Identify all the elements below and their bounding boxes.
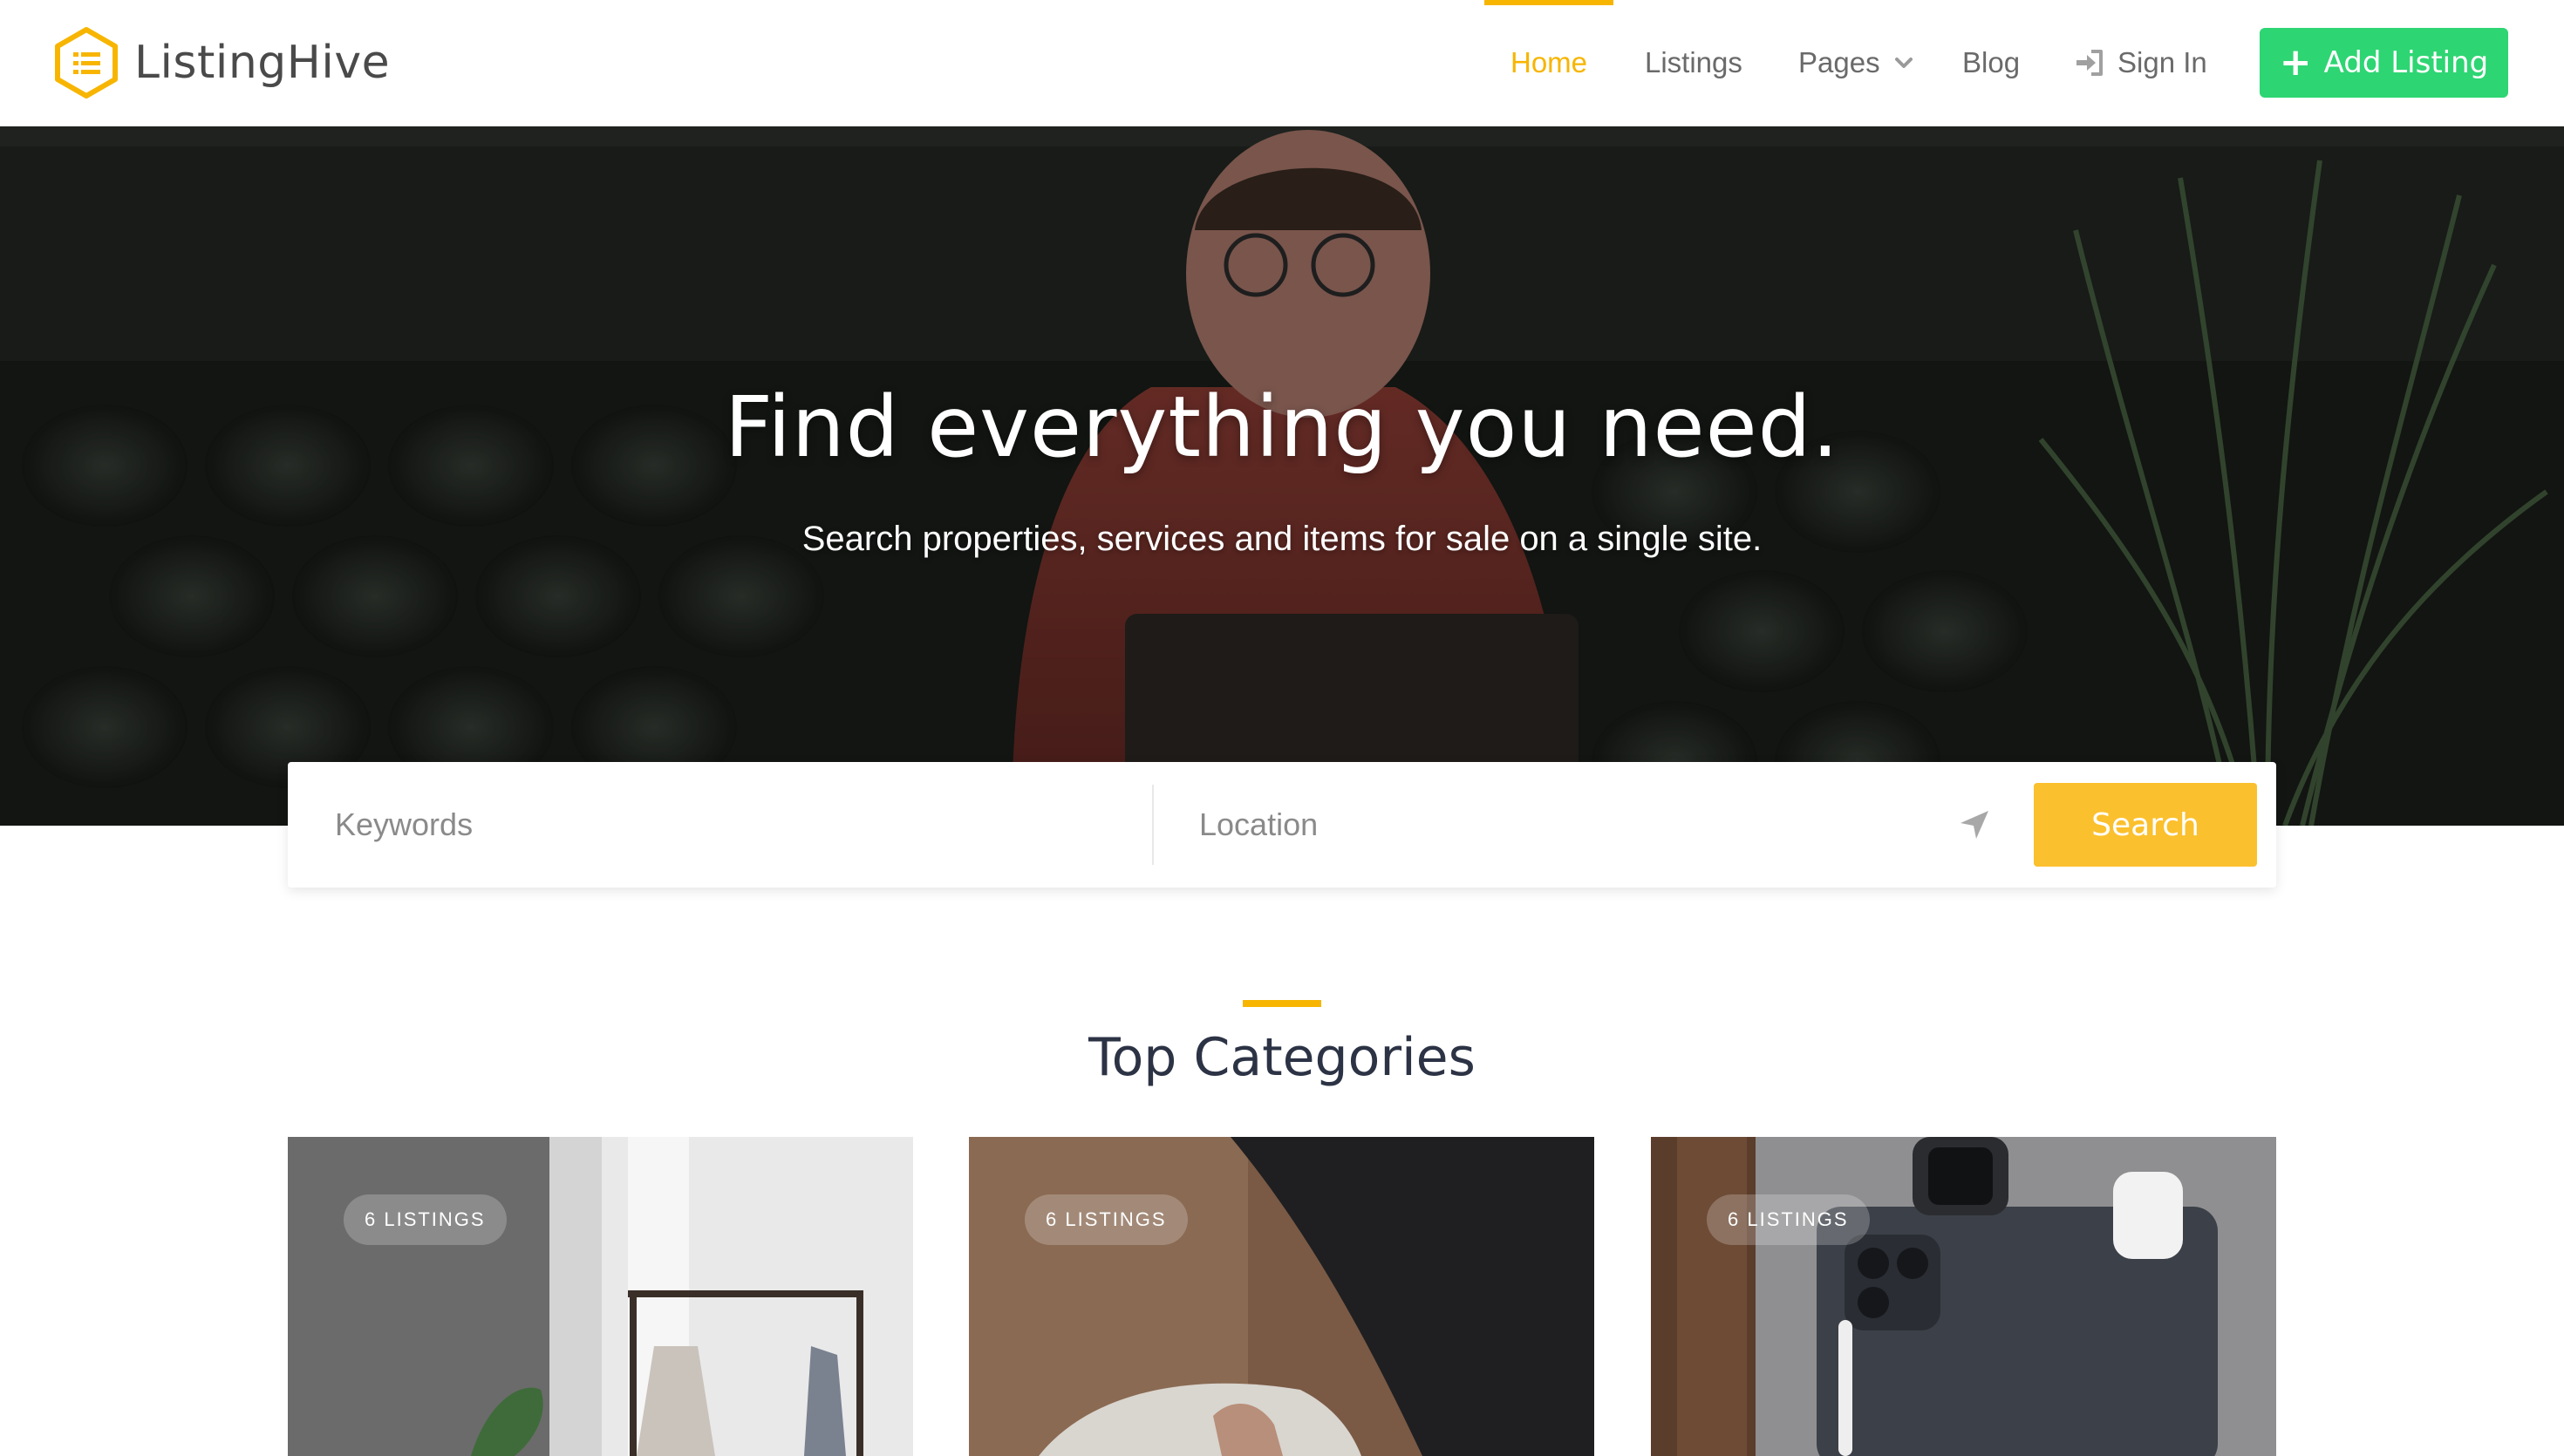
logo[interactable]: ListingHive (54, 26, 390, 99)
nav-item-label: Blog (1962, 46, 2021, 78)
keywords-input[interactable]: Keywords (335, 762, 1120, 888)
sign-in-icon (2076, 50, 2103, 76)
nav-item-label: Pages (1798, 46, 1880, 78)
hero-subtitle: Search properties, services and items fo… (801, 520, 1763, 558)
hive-logo-icon (55, 27, 118, 99)
category-image (969, 1137, 1594, 1456)
search-bar: Keywords Location Search (288, 762, 2276, 888)
location-arrow-icon[interactable] (1957, 807, 1992, 842)
section-title: Top Categories (1088, 1027, 1476, 1088)
hero-banner: Find everything you need. Search propert… (0, 126, 2564, 826)
nav-item-sign-in[interactable]: Sign In (2074, 0, 2207, 126)
nav-item-label: Home (1510, 46, 1588, 78)
search-button[interactable]: Search (2034, 783, 2257, 867)
category-card[interactable]: 6 LISTINGS (1651, 1137, 2276, 1456)
active-indicator (1484, 0, 1614, 5)
hero-title: Find everything you need. (724, 378, 1840, 476)
category-card[interactable]: 6 LISTINGS (288, 1137, 913, 1456)
nav-item-listings[interactable]: Listings (1645, 0, 1742, 126)
site-header: ListingHive Home Listings Pages Blog Sig… (0, 0, 2564, 126)
nav-item-home[interactable]: Home (1484, 0, 1614, 126)
nav-item-pages[interactable]: Pages (1798, 0, 1915, 126)
brand-name: ListingHive (134, 37, 391, 89)
add-listing-button[interactable]: + Add Listing (2260, 28, 2508, 98)
section-accent-bar (1243, 1000, 1321, 1007)
category-card[interactable]: 6 LISTINGS (969, 1137, 1594, 1456)
listing-count-badge: 6 LISTINGS (1025, 1194, 1188, 1245)
chevron-down-icon (1894, 58, 1913, 68)
add-listing-label: Add Listing (2323, 45, 2489, 80)
nav-item-label: Listings (1645, 46, 1742, 78)
category-image (1651, 1137, 2276, 1456)
nav-item-blog[interactable]: Blog (1962, 0, 2020, 126)
location-input[interactable]: Location (1199, 762, 1967, 888)
listing-count-badge: 6 LISTINGS (344, 1194, 507, 1245)
search-divider (1152, 785, 1154, 865)
nav-item-label: Sign In (2117, 46, 2207, 78)
category-image (288, 1137, 913, 1456)
listing-count-badge: 6 LISTINGS (1707, 1194, 1870, 1245)
plus-icon: + (2279, 40, 2312, 85)
